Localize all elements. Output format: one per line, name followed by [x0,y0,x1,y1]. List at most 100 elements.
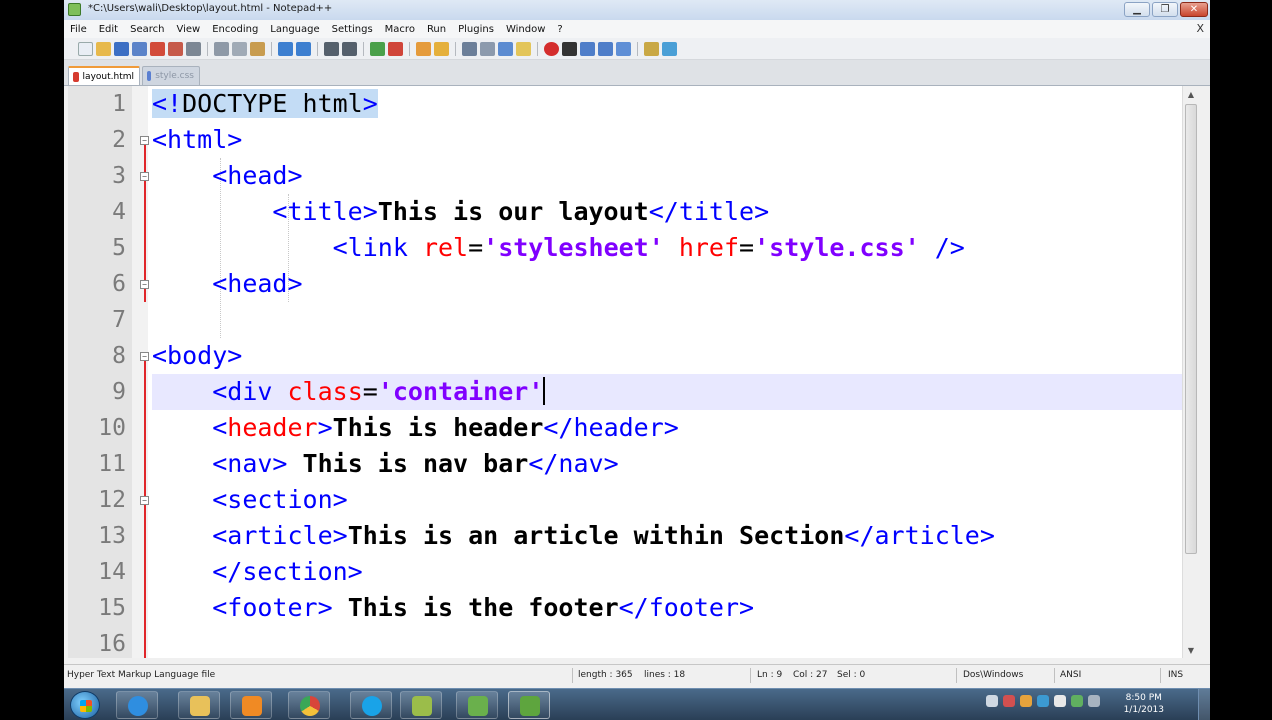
vertical-scrollbar[interactable]: ▲ ▼ [1182,86,1198,658]
menu-plugins[interactable]: Plugins [452,24,500,35]
menu-file[interactable]: File [64,24,93,35]
sync-vertical-icon[interactable] [416,41,431,56]
zoom-in-icon[interactable] [370,41,385,56]
nav-text-token: This is nav bar [287,449,529,478]
save-icon[interactable] [114,41,129,56]
sync-horizontal-icon[interactable] [434,41,449,56]
menu-search[interactable]: Search [124,24,170,35]
close-all-icon[interactable] [168,41,183,56]
zoom-out-icon[interactable] [388,41,403,56]
tray-app-icon[interactable] [1054,695,1066,707]
word-wrap-icon[interactable] [462,41,477,56]
line-number-gutter: 1 2 3 4 5 6 7 8 9 10 11 12 13 14 15 16 [68,86,132,658]
taskbar-notepad-plus-plus[interactable] [508,691,550,719]
plugin-icon[interactable] [644,41,659,56]
class-attr-token: class [287,377,363,406]
footer-close-token: </footer> [618,593,755,622]
maximize-button[interactable]: ❐ [1152,2,1178,17]
code-line-15: <footer> This is the footer</footer> [152,590,1192,626]
equals-token: = [468,233,484,262]
indent-guide-icon[interactable] [498,41,513,56]
copy-icon[interactable] [232,41,247,56]
scroll-thumb[interactable] [1185,104,1197,554]
taskbar-notes[interactable] [400,691,442,719]
article-text-token: This is an article within Section [347,521,845,550]
show-all-chars-icon[interactable] [480,41,495,56]
replace-icon[interactable] [342,41,357,56]
line-number: 11 [98,451,126,477]
document-map-icon[interactable] [516,41,531,56]
fold-margin: − − − − − [132,86,149,658]
menu-edit[interactable]: Edit [93,24,124,35]
menu-view[interactable]: View [170,24,206,35]
menu-window[interactable]: Window [500,24,551,35]
taskbar-internet-explorer[interactable] [116,691,158,719]
action-center-icon[interactable] [1088,695,1100,707]
line-number: 8 [112,343,126,369]
code-line-1: <!DOCTYPE html> [152,86,1192,122]
network-icon[interactable] [1037,695,1049,707]
fold-toggle-icon[interactable]: − [140,136,149,145]
fold-toggle-icon[interactable]: − [140,496,149,505]
new-file-icon[interactable] [78,41,93,56]
save-macro-icon[interactable] [616,41,631,56]
close-file-icon[interactable] [150,41,165,56]
tray-app-icon[interactable] [1071,695,1083,707]
spell-check-icon[interactable] [662,41,677,56]
editor-icon [468,696,488,716]
system-clock[interactable]: 8:50 PM 1/1/2013 [1124,692,1164,716]
code-line-12: <section> [152,482,1192,518]
save-all-icon[interactable] [132,41,147,56]
cut-icon[interactable] [214,41,229,56]
minimize-button[interactable]: ▁ [1124,2,1150,17]
fold-toggle-icon[interactable]: − [140,352,149,361]
find-icon[interactable] [324,41,339,56]
taskbar-chrome[interactable] [288,691,330,719]
tab-style-css[interactable]: style.css [142,66,200,85]
unsaved-file-icon [73,71,79,82]
security-icon[interactable] [1003,695,1015,707]
print-icon[interactable] [186,41,201,56]
rel-value-token: 'stylesheet' [483,233,664,262]
run-macro-multiple-icon[interactable] [598,41,613,56]
open-file-icon[interactable] [96,41,111,56]
code-editor[interactable]: 1 2 3 4 5 6 7 8 9 10 11 12 13 14 15 16 −… [68,86,1198,658]
taskbar-file-explorer[interactable] [178,691,220,719]
equals-token: = [362,377,378,406]
text-caret [543,377,546,405]
record-macro-icon[interactable] [544,41,559,56]
status-column: Col : 27 [793,670,828,680]
paste-icon[interactable] [250,41,265,56]
code-line-6: <head> [152,266,1192,302]
show-desktop-button[interactable] [1198,689,1210,720]
status-filetype: Hyper Text Markup Language file [67,670,216,680]
menu-encoding[interactable]: Encoding [206,24,264,35]
close-document-button[interactable]: X [1196,22,1204,35]
redo-icon[interactable] [296,41,311,56]
taskbar-skype[interactable] [350,691,392,719]
scroll-up-arrow-icon[interactable]: ▲ [1183,86,1198,102]
scroll-down-arrow-icon[interactable]: ▼ [1183,642,1198,658]
close-button[interactable]: ✕ [1180,2,1208,17]
stop-recording-icon[interactable] [562,41,577,56]
menu-help[interactable]: ? [551,24,568,35]
menu-language[interactable]: Language [264,24,325,35]
playback-macro-icon[interactable] [580,41,595,56]
title-close-token: </title> [648,197,770,226]
menu-run[interactable]: Run [421,24,452,35]
code-line-5: <link rel='stylesheet' href='style.css' … [152,230,1192,266]
menu-settings[interactable]: Settings [326,24,379,35]
menu-macro[interactable]: Macro [379,24,421,35]
tray-app-icon[interactable] [1020,695,1032,707]
taskbar-editor[interactable] [456,691,498,719]
volume-icon[interactable] [986,695,998,707]
status-insert-mode: INS [1168,670,1184,680]
internet-explorer-icon [128,696,148,716]
tab-layout-html[interactable]: layout.html [68,66,140,85]
taskbar-media-player[interactable] [230,691,272,719]
undo-icon[interactable] [278,41,293,56]
title-bar[interactable]: *C:\Users\wali\Desktop\layout.html - Not… [64,0,1210,20]
fold-toggle-icon[interactable]: − [140,172,149,181]
start-button[interactable] [70,691,100,719]
fold-toggle-icon[interactable]: − [140,280,149,289]
